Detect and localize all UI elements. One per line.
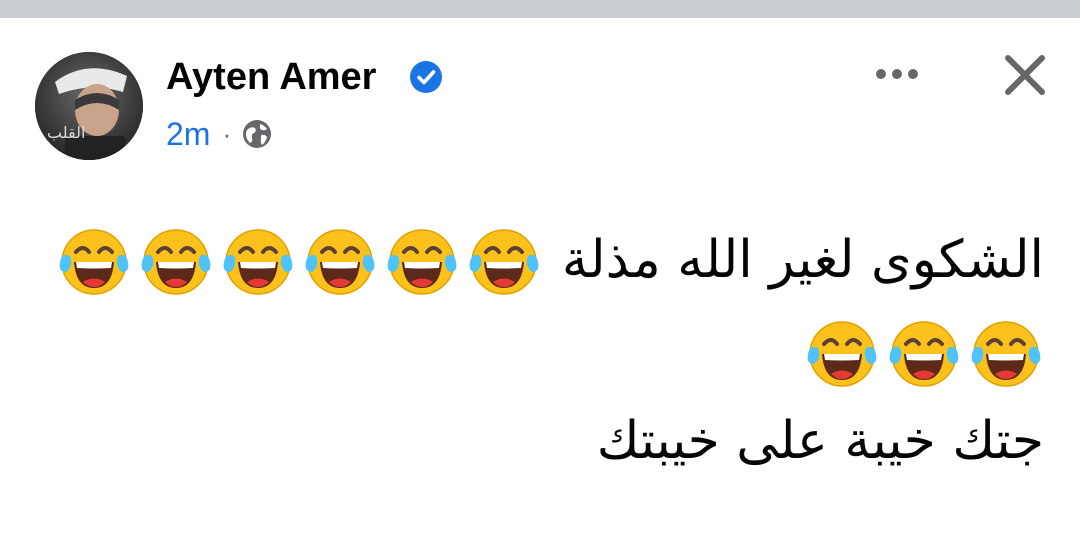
post-meta: 2m · (166, 114, 273, 154)
post-text-line-1: الشكوى لغير الله مذلة (561, 230, 1044, 290)
post-line-1: الشكوى لغير الله مذلة (34, 214, 1044, 306)
laughing-tears-emoji (971, 321, 1041, 387)
laughing-tears-emoji (59, 229, 129, 295)
post-line-3: جتك خيبة على خيبتك (34, 398, 1044, 484)
laughing-tears-emoji (141, 229, 211, 295)
verified-badge-icon (410, 61, 442, 93)
author-name[interactable]: Ayten Amer (166, 54, 376, 100)
svg-text:ﺍﻟﻘﻠﺐ: ﺍﻟﻘﻠﺐ (47, 123, 85, 142)
post-text-line-3: جتك خيبة على خيبتك (596, 411, 1044, 471)
meta-separator: · (222, 119, 232, 149)
laughing-tears-emoji (387, 229, 457, 295)
avatar[interactable]: ﺍﻟﻘﻠﺐ (35, 52, 143, 160)
emoji-group-2 (804, 314, 1044, 390)
post-body: الشكوى لغير الله مذلة جتك خيبة على خيبتك (34, 214, 1044, 484)
emoji-group-1 (56, 222, 542, 298)
timestamp[interactable]: 2m (166, 114, 210, 154)
laughing-tears-emoji (889, 321, 959, 387)
laughing-tears-emoji (305, 229, 375, 295)
globe-icon[interactable] (241, 118, 273, 150)
laughing-tears-emoji (807, 321, 877, 387)
more-dot (892, 69, 902, 79)
more-dot (876, 69, 886, 79)
post-card: ﺍﻟﻘﻠﺐ Ayten Amer 2m · الشكوى لغير الله م… (0, 18, 1080, 546)
post-line-2 (34, 306, 1044, 398)
laughing-tears-emoji (469, 229, 539, 295)
close-icon[interactable] (1000, 50, 1050, 100)
more-options-button[interactable] (868, 54, 926, 94)
laughing-tears-emoji (223, 229, 293, 295)
more-dot (908, 69, 918, 79)
top-divider (0, 0, 1080, 18)
